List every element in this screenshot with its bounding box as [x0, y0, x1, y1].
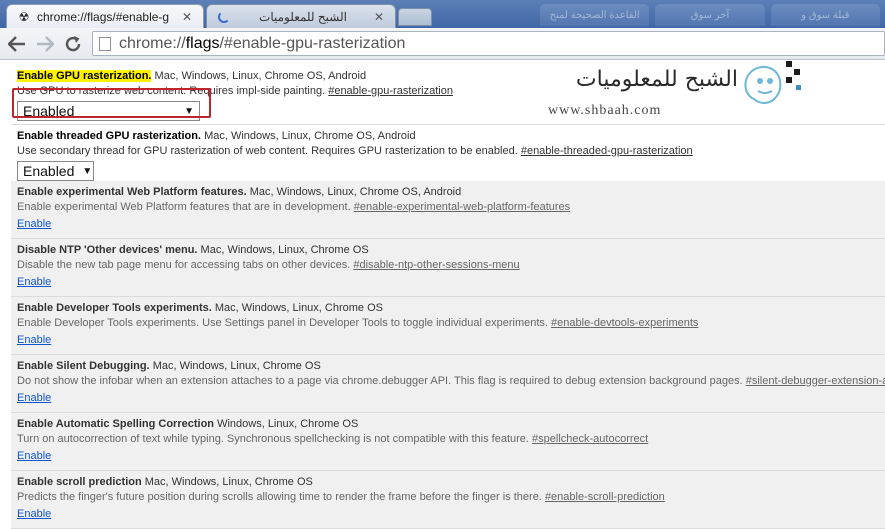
highlight-box	[12, 88, 211, 118]
tab-title: chrome://flags/#enable-g	[37, 9, 170, 24]
flags-icon: ☢	[18, 9, 30, 24]
experiment-permalink[interactable]: #enable-gpu-rasterization	[328, 85, 453, 97]
address-bar[interactable]: chrome://flags/#enable-gpu-rasterization	[92, 31, 885, 56]
experiment-description: Disable the new tab page menu for access…	[17, 258, 879, 272]
experiment-enable-scroll-prediction: Enable scroll prediction Mac, Windows, L…	[11, 471, 885, 529]
experiment-spellcheck-autocorrect: Enable Automatic Spelling Correction Win…	[11, 413, 885, 471]
description-text: Turn on autocorrection of text while typ…	[17, 433, 529, 445]
experiment-name: Enable Silent Debugging.	[17, 360, 150, 372]
experiment-enable-devtools-experiments: Enable Developer Tools experiments. Mac,…	[11, 297, 885, 355]
experiment-disable-ntp-other-sessions-menu: Disable NTP 'Other devices' menu. Mac, W…	[11, 239, 885, 297]
forward-button[interactable]	[34, 33, 56, 55]
experiment-platforms: Windows, Linux, Chrome OS	[217, 418, 359, 430]
experiment-platforms: Mac, Windows, Linux, Chrome OS	[200, 244, 369, 256]
url-scheme: chrome://	[119, 34, 186, 52]
close-icon[interactable]: ✕	[373, 10, 385, 24]
experiment-name: Disable NTP 'Other devices' menu.	[17, 244, 198, 256]
dropdown-arrow-icon: ▼	[82, 165, 93, 177]
enable-link[interactable]: Enable	[17, 275, 879, 289]
url-host: flags	[185, 34, 220, 52]
background-window-tabs: القاعدة الصحيحة لمنح آخر سوق قبلة سوق و	[540, 4, 880, 26]
url-text[interactable]: chrome://flags/#enable-gpu-rasterization	[119, 35, 405, 53]
select-value: Enabled	[23, 163, 75, 179]
ghost-logo-icon	[744, 61, 801, 105]
experiment-silent-debugger-extension-api: Enable Silent Debugging. Mac, Windows, L…	[11, 355, 885, 413]
experiment-name: Enable experimental Web Platform feature…	[17, 186, 247, 198]
experiment-permalink[interactable]: #enable-scroll-prediction	[545, 491, 665, 503]
background-tab: قبلة سوق و	[770, 4, 880, 26]
experiment-permalink[interactable]: #enable-devtools-experiments	[551, 317, 698, 329]
experiment-platforms: Mac, Windows, Linux, Chrome OS, Android	[154, 70, 367, 82]
experiment-select[interactable]: Enabled ▼	[17, 161, 94, 181]
experiment-description: Predicts the finger's future position du…	[17, 490, 879, 504]
experiment-platforms: Mac, Windows, Linux, Chrome OS	[152, 360, 321, 372]
tab-shbaah[interactable]: الشبح للمعلوميات ✕	[206, 4, 396, 28]
loading-spinner-icon	[217, 10, 231, 24]
url-path: /#enable-gpu-rasterization	[219, 34, 406, 52]
experiment-header: Enable Developer Tools experiments. Mac,…	[17, 301, 879, 315]
experiment-header: Enable scroll prediction Mac, Windows, L…	[17, 475, 879, 489]
experiment-permalink[interactable]: #silent-debugger-extension-api	[746, 375, 885, 387]
experiment-permalink[interactable]: #enable-threaded-gpu-rasterization	[521, 145, 693, 157]
description-text: Predicts the finger's future position du…	[17, 491, 542, 503]
experiment-enable-experimental-web-platform-features: Enable experimental Web Platform feature…	[11, 181, 885, 239]
background-tab: القاعدة الصحيحة لمنح	[540, 4, 650, 26]
experiment-platforms: Mac, Windows, Linux, Chrome OS	[214, 302, 383, 314]
experiment-permalink[interactable]: #spellcheck-autocorrect	[532, 433, 648, 445]
experiment-description: Enable experimental Web Platform feature…	[17, 200, 879, 214]
experiment-header: Enable threaded GPU rasterization. Mac, …	[17, 129, 879, 143]
description-text: Enable experimental Web Platform feature…	[17, 201, 351, 213]
experiment-description: Enable Developer Tools experiments. Use …	[17, 316, 879, 330]
enable-link[interactable]: Enable	[17, 449, 879, 463]
browser-toolbar: chrome://flags/#enable-gpu-rasterization	[0, 28, 885, 60]
experiment-enable-threaded-gpu-rasterization: Enable threaded GPU rasterization. Mac, …	[11, 125, 885, 185]
experiment-platforms: Mac, Windows, Linux, Chrome OS, Android	[204, 130, 416, 142]
experiment-header: Enable Silent Debugging. Mac, Windows, L…	[17, 359, 879, 373]
experiment-name: Enable Developer Tools experiments.	[17, 302, 212, 314]
experiment-description: Turn on autocorrection of text while typ…	[17, 432, 879, 446]
experiment-header: Disable NTP 'Other devices' menu. Mac, W…	[17, 243, 879, 257]
enable-link[interactable]: Enable	[17, 217, 879, 231]
back-arrow-icon	[8, 36, 25, 52]
tab-strip: ☢ chrome://flags/#enable-g ✕ الشبح للمعل…	[0, 0, 885, 28]
experiment-name: Enable threaded GPU rasterization.	[17, 130, 201, 142]
close-icon[interactable]: ✕	[181, 10, 193, 24]
experiment-header: Enable Automatic Spelling Correction Win…	[17, 417, 879, 431]
experiment-name: Enable Automatic Spelling Correction	[17, 418, 215, 430]
background-tab: آخر سوق	[655, 4, 765, 26]
experiment-permalink[interactable]: #disable-ntp-other-sessions-menu	[353, 259, 519, 271]
enable-link[interactable]: Enable	[17, 391, 879, 405]
experiment-description: Use secondary thread for GPU rasterizati…	[17, 144, 879, 158]
experiment-platforms: Mac, Windows, Linux, Chrome OS, Android	[249, 186, 462, 198]
reload-button[interactable]	[62, 33, 84, 55]
watermark-logo: الشبح للمعلوميات www.shbaah.com	[540, 61, 820, 125]
description-text: Do not show the infobar when an extensio…	[17, 375, 743, 387]
experiment-platforms: Mac, Windows, Linux, Chrome OS	[144, 476, 313, 488]
tab-flags[interactable]: ☢ chrome://flags/#enable-g ✕	[6, 4, 204, 28]
watermark-url-text: www.shbaah.com	[548, 103, 662, 118]
back-button[interactable]	[6, 33, 28, 55]
experiment-name: Enable GPU rasterization.	[17, 70, 152, 82]
watermark-arabic-text: الشبح للمعلوميات	[575, 67, 738, 92]
new-tab-button[interactable]	[398, 8, 432, 26]
page-icon	[99, 36, 111, 51]
experiment-header: Enable experimental Web Platform feature…	[17, 185, 879, 199]
forward-arrow-icon	[37, 36, 54, 52]
experiment-description: Do not show the infobar when an extensio…	[17, 374, 885, 388]
experiment-name: Enable scroll prediction	[17, 476, 142, 488]
tab-title: الشبح للمعلوميات	[259, 9, 347, 24]
description-text: Use secondary thread for GPU rasterizati…	[17, 145, 518, 157]
experiment-permalink[interactable]: #enable-experimental-web-platform-featur…	[354, 201, 570, 213]
enable-link[interactable]: Enable	[17, 333, 879, 347]
description-text: Disable the new tab page menu for access…	[17, 259, 351, 271]
description-text: Enable Developer Tools experiments. Use …	[17, 317, 548, 329]
flags-page: Enable GPU rasterization. Mac, Windows, …	[0, 61, 885, 529]
enable-link[interactable]: Enable	[17, 507, 879, 521]
reload-icon	[65, 36, 81, 52]
